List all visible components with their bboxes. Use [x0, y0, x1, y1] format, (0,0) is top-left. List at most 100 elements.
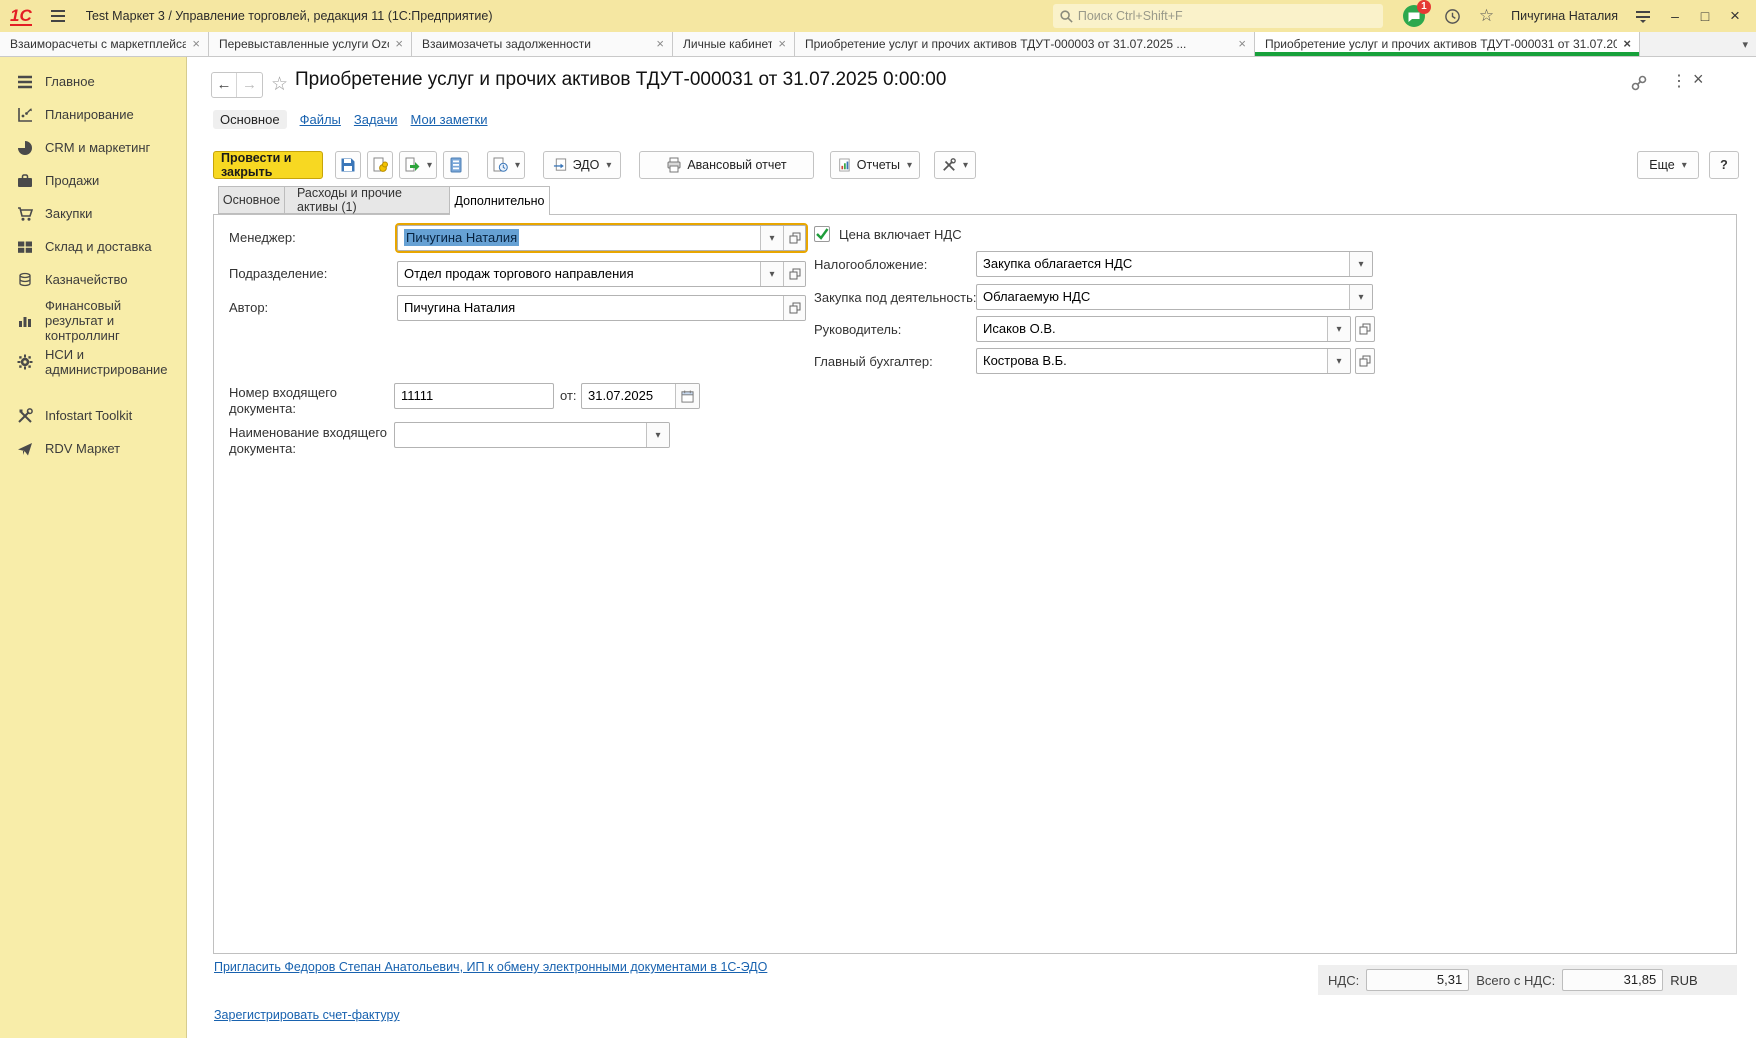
incoming-date-field[interactable]: 31.07.2025	[581, 383, 700, 409]
window-tab-personal-accounts[interactable]: Личные кабинеты ×	[673, 32, 795, 56]
window-tab-marketplaces[interactable]: Взаиморасчеты с маркетплейсами ×	[0, 32, 209, 56]
help-button[interactable]: ?	[1709, 151, 1739, 179]
nav-item-main[interactable]: Основное	[213, 110, 287, 129]
dropdown-icon: ▾	[963, 160, 968, 171]
history-icon[interactable]	[1444, 8, 1461, 25]
open-icon[interactable]	[783, 262, 805, 286]
tools-icon	[16, 407, 34, 425]
price-includes-vat-label[interactable]: Цена включает НДС	[839, 227, 962, 243]
chief-accountant-field[interactable]: Кострова В.Б. ▾	[976, 348, 1351, 374]
form-tab-main[interactable]: Основное	[218, 186, 285, 214]
tab-close-icon[interactable]: ×	[192, 38, 200, 50]
dropdown-icon[interactable]: ▾	[646, 423, 669, 447]
post-document-button[interactable]	[367, 151, 393, 179]
form-tab-additional[interactable]: Дополнительно	[450, 186, 550, 215]
reports-button[interactable]: Отчеты ▾	[830, 151, 920, 179]
back-button[interactable]: ←	[212, 73, 237, 97]
dropdown-icon[interactable]: ▾	[1349, 285, 1372, 309]
head-field[interactable]: Исаков О.В. ▾	[976, 316, 1351, 342]
window-tab-doc-000031[interactable]: Приобретение услуг и прочих активов ТДУТ…	[1255, 32, 1640, 56]
dropdown-icon[interactable]: ▾	[760, 226, 783, 250]
open-icon[interactable]	[783, 296, 805, 320]
nav-link-files[interactable]: Файлы	[300, 112, 341, 127]
subordination-structure-button[interactable]	[443, 151, 469, 179]
sidebar-item-rdv-market[interactable]: RDV Маркет	[0, 432, 186, 465]
tab-close-icon[interactable]: ×	[656, 38, 664, 50]
form-tab-expenses[interactable]: Расходы и прочие активы (1)	[285, 186, 450, 214]
dropdown-icon[interactable]: ▾	[1327, 349, 1350, 373]
edo-button[interactable]: ЭДО ▾	[543, 151, 621, 179]
department-field[interactable]: Отдел продаж торгового направления ▾	[397, 261, 806, 287]
save-button[interactable]	[335, 151, 361, 179]
chief-accountant-label: Главный бухгалтер:	[814, 354, 933, 370]
dropdown-icon[interactable]: ▾	[760, 262, 783, 286]
sidebar-item-crm[interactable]: CRM и маркетинг	[0, 131, 186, 164]
window-tab-bar: Взаиморасчеты с маркетплейсами × Перевыс…	[0, 32, 1756, 57]
tab-close-icon[interactable]: ×	[1623, 38, 1631, 50]
nav-link-tasks[interactable]: Задачи	[354, 112, 398, 127]
sidebar-item-sales[interactable]: Продажи	[0, 164, 186, 197]
dropdown-icon: ▾	[907, 160, 912, 171]
create-based-on-button[interactable]: ▾	[399, 151, 437, 179]
window-tab-ozon-services[interactable]: Перевыставленные услуги Ozon ×	[209, 32, 412, 56]
head-open-button[interactable]	[1355, 316, 1375, 342]
chief-accountant-open-button[interactable]	[1355, 348, 1375, 374]
currency-label: RUB	[1670, 973, 1697, 988]
maximize-button[interactable]: □	[1692, 8, 1718, 24]
incoming-name-field[interactable]: ▾	[394, 422, 670, 448]
head-label: Руководитель:	[814, 322, 901, 338]
close-document-icon[interactable]: ×	[1693, 69, 1704, 90]
service-menu-icon[interactable]	[1635, 9, 1651, 24]
service-tools-button[interactable]: ▾	[934, 151, 976, 179]
current-user[interactable]: Пичугина Наталия	[1511, 9, 1618, 23]
tab-list-dropdown-icon[interactable]: ▾	[1742, 38, 1748, 51]
total-with-vat-field[interactable]: 31,85	[1562, 969, 1663, 991]
nav-link-notes[interactable]: Мои заметки	[411, 112, 488, 127]
vat-total-field[interactable]: 5,31	[1366, 969, 1469, 991]
totals-bar: НДС: 5,31 Всего с НДС: 31,85 RUB	[1318, 965, 1737, 995]
discussions-icon[interactable]: 1	[1402, 4, 1426, 28]
sidebar-item-planning[interactable]: Планирование	[0, 98, 186, 131]
main-menu-icon[interactable]	[50, 9, 66, 23]
sidebar-item-warehouse[interactable]: Склад и доставка	[0, 230, 186, 263]
more-actions-icon[interactable]: ⋮	[1671, 71, 1687, 91]
close-window-button[interactable]: ×	[1722, 6, 1748, 26]
author-field[interactable]: Пичугина Наталия	[397, 295, 806, 321]
more-button[interactable]: Еще ▾	[1637, 151, 1699, 179]
minimize-button[interactable]: –	[1662, 8, 1688, 24]
advance-report-button[interactable]: Авансовый отчет	[639, 151, 814, 179]
tab-close-icon[interactable]: ×	[395, 38, 403, 50]
tab-close-icon[interactable]: ×	[778, 38, 786, 50]
global-search[interactable]	[1053, 4, 1383, 28]
structure-icon	[448, 157, 464, 173]
incoming-number-field[interactable]: 11111	[394, 383, 554, 409]
taxation-field[interactable]: Закупка облагается НДС ▾	[976, 251, 1373, 277]
forward-button[interactable]: →	[237, 73, 262, 97]
window-tab-doc-000003[interactable]: Приобретение услуг и прочих активов ТДУТ…	[795, 32, 1255, 56]
dropdown-icon[interactable]: ▾	[1349, 252, 1372, 276]
manager-field[interactable]: Пичугина Наталия ▾	[397, 225, 806, 251]
add-favorite-icon[interactable]: ☆	[271, 73, 288, 96]
edo-invite-link[interactable]: Пригласить Федоров Степан Анатольевич, И…	[214, 960, 767, 974]
sidebar-item-treasury[interactable]: Казначейство	[0, 263, 186, 296]
incoming-number-label: Номер входящего документа:	[229, 385, 359, 417]
window-tab-offsets[interactable]: Взаимозачеты задолженности ×	[412, 32, 673, 56]
search-input[interactable]	[1078, 9, 1377, 23]
sidebar-item-nsi-admin[interactable]: НСИ и администрирование	[0, 345, 186, 379]
open-icon[interactable]	[783, 226, 805, 250]
post-and-close-button[interactable]: Провести и закрыть	[213, 151, 323, 179]
sidebar-item-main[interactable]: Главное	[0, 65, 186, 98]
sidebar-item-infostart-toolkit[interactable]: Infostart Toolkit	[0, 399, 186, 432]
price-includes-vat-checkbox[interactable]	[814, 226, 830, 242]
dropdown-icon[interactable]: ▾	[1327, 317, 1350, 341]
sidebar-item-finresult[interactable]: Финансовый результат и контроллинг	[0, 296, 186, 345]
sidebar-item-purchases[interactable]: Закупки	[0, 197, 186, 230]
calendar-icon[interactable]	[675, 384, 699, 408]
tab-close-icon[interactable]: ×	[1238, 38, 1246, 50]
get-link-icon[interactable]	[1631, 75, 1647, 91]
register-invoice-link[interactable]: Зарегистрировать счет-фактуру	[214, 1008, 400, 1022]
document-movements-button[interactable]: ▾	[487, 151, 525, 179]
activity-field[interactable]: Облагаемую НДС ▾	[976, 284, 1373, 310]
favorites-icon[interactable]: ☆	[1479, 6, 1494, 26]
author-label: Автор:	[229, 300, 268, 316]
